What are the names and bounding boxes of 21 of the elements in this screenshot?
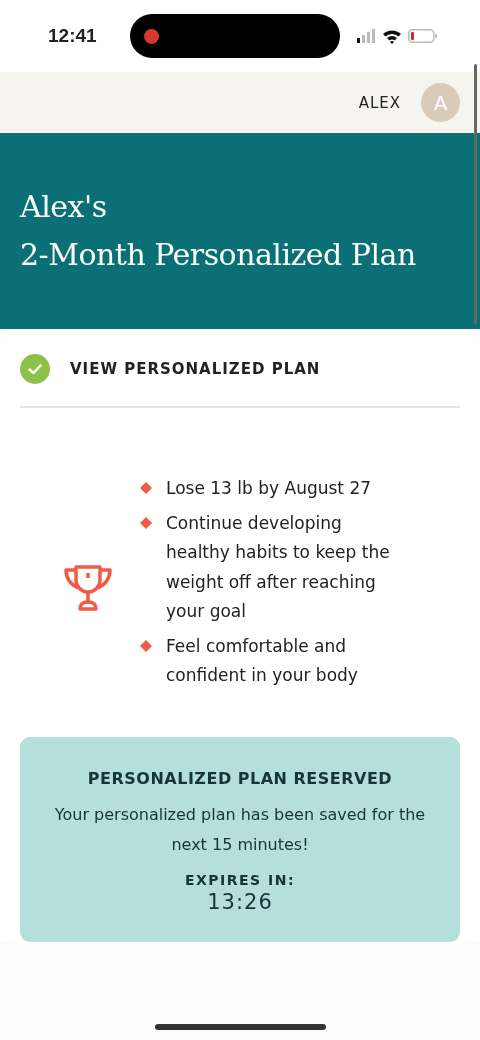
reservation-title: PERSONALIZED PLAN RESERVED	[86, 768, 394, 788]
goal-text: Continue developing healthy habits to keep the weight off after reaching your goal	[166, 511, 391, 623]
diamond-bullet-icon	[140, 482, 152, 494]
status-time: 12:41	[48, 25, 98, 47]
plan-title: 2-Month Personalized Plan	[20, 236, 416, 274]
signal-icon	[356, 29, 376, 43]
plan-title: Alex's	[20, 188, 108, 226]
expires-label: EXPIRES IN:	[183, 871, 297, 888]
countdown-timer: 13:26	[206, 889, 274, 914]
user-name: ALEX	[358, 93, 401, 112]
user-avatar[interactable]: A	[421, 83, 460, 122]
step-label: VIEW PERSONALIZED PLAN	[70, 360, 321, 378]
reservation-message: Your personalized plan has been saved for the next 15 minutes!	[53, 803, 427, 856]
battery-icon	[408, 29, 438, 43]
diamond-bullet-icon	[140, 639, 152, 652]
wifi-icon	[382, 28, 402, 44]
goal-text: Feel comfortable and confident in your body	[166, 634, 359, 687]
diamond-bullet-icon	[140, 516, 152, 529]
recording-dot-icon	[144, 28, 159, 44]
goal-text: Lose 13 lb by August 27	[166, 477, 373, 500]
trophy-icon	[62, 564, 114, 613]
